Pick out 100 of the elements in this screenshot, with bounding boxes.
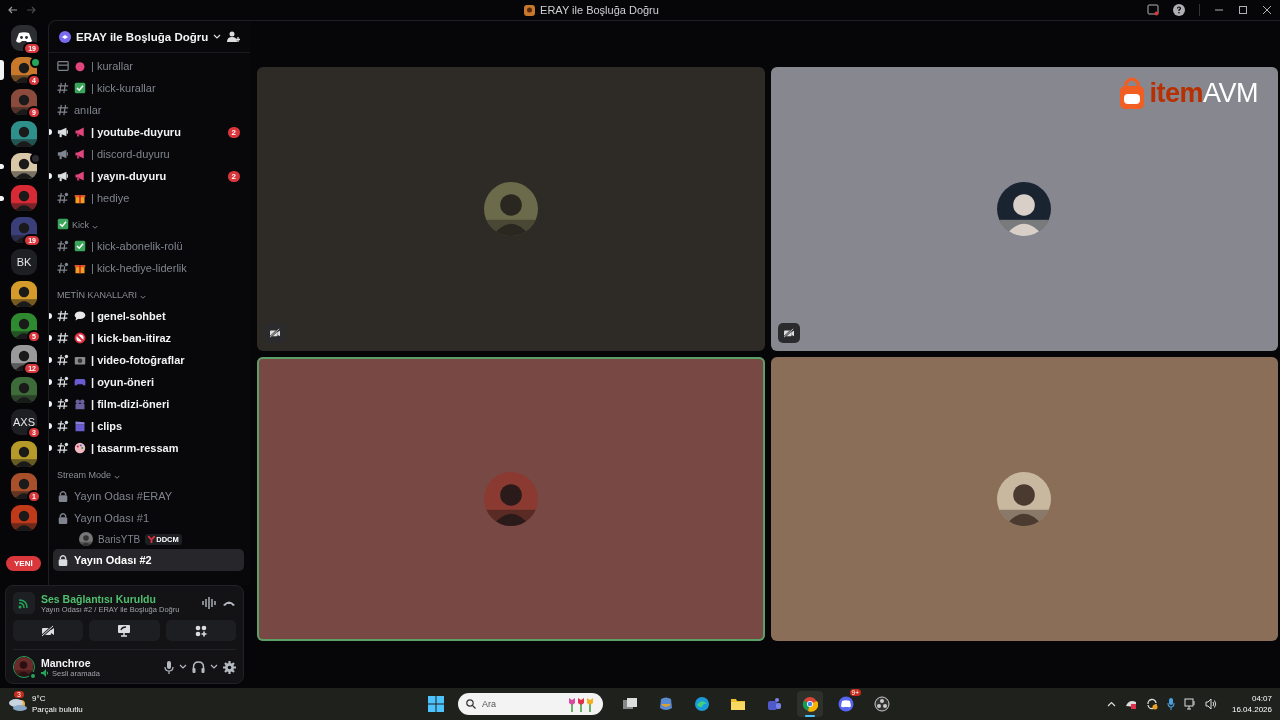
- close-icon[interactable]: [1262, 5, 1272, 15]
- task-view-icon[interactable]: [622, 696, 638, 712]
- copilot-icon[interactable]: [658, 696, 674, 712]
- chevron-down-icon[interactable]: [210, 664, 218, 670]
- thread-hash-icon: [57, 420, 69, 432]
- video-tile[interactable]: [257, 67, 765, 351]
- edge-icon[interactable]: [694, 696, 710, 712]
- headphones-icon[interactable]: [192, 661, 205, 673]
- microphone-icon[interactable]: [1166, 698, 1175, 710]
- activities-button[interactable]: [165, 620, 236, 641]
- server-button[interactable]: BK: [0, 249, 48, 279]
- book-icon: [57, 60, 69, 72]
- display-icon[interactable]: [1183, 698, 1196, 710]
- channel-name[interactable]: | yayın-duyuru: [91, 170, 167, 182]
- windows-start-icon[interactable]: [428, 696, 444, 712]
- channel-name[interactable]: | kick-hediye-liderlik: [91, 262, 187, 274]
- channel-name[interactable]: | kick-ban-itiraz: [91, 332, 172, 344]
- chevron-down-icon[interactable]: [179, 664, 187, 670]
- connection-status: Ses Bağlantısı Kuruldu: [41, 592, 157, 605]
- chevron-up-icon[interactable]: [1106, 701, 1116, 707]
- category-label[interactable]: Stream Mode: [57, 470, 112, 480]
- channel-name[interactable]: | video-fotoğraflar: [91, 354, 185, 366]
- ball-icon: [74, 60, 86, 72]
- clapper-icon: [74, 420, 86, 432]
- chrome-icon[interactable]: [802, 696, 818, 712]
- user-name[interactable]: Manchroe: [41, 656, 158, 669]
- new-badge[interactable]: YENİ: [6, 556, 41, 571]
- user-avatar[interactable]: [13, 656, 35, 678]
- clock-date[interactable]: 16.04.2026: [1231, 704, 1272, 715]
- maximize-icon[interactable]: [1238, 5, 1248, 15]
- clock-time[interactable]: 04:07: [1231, 693, 1272, 704]
- sync-icon[interactable]: [1145, 698, 1158, 710]
- channel-name[interactable]: | hediye: [91, 192, 130, 204]
- gift-icon: [74, 192, 86, 204]
- thread-hash-icon: [57, 376, 69, 388]
- megaphone-icon: [74, 148, 86, 160]
- hash-icon: [57, 82, 69, 94]
- inbox-icon[interactable]: [1147, 4, 1159, 16]
- megaphone-icon: [74, 170, 86, 182]
- search-bar[interactable]: Ara: [458, 693, 603, 715]
- channel-name[interactable]: Yayın Odası #2: [74, 554, 152, 566]
- volume-icon[interactable]: [1204, 698, 1217, 710]
- server-name[interactable]: ERAY ile Boşluğa Doğru: [76, 30, 209, 43]
- channel-name[interactable]: | youtube-duyuru: [91, 126, 181, 138]
- prohibited-icon: [74, 332, 86, 344]
- gamepad-icon: [74, 376, 86, 388]
- activities-icon: [194, 624, 207, 637]
- announcement-icon: [57, 148, 69, 160]
- announcement-icon: [57, 126, 69, 138]
- sound-wave-icon[interactable]: [202, 597, 216, 609]
- channel-name[interactable]: | discord-duyuru: [91, 148, 170, 160]
- channel-name[interactable]: | kick-kurallar: [91, 82, 156, 94]
- hang-up-icon[interactable]: [222, 599, 236, 607]
- search-icon: [466, 699, 476, 709]
- lock-icon: [57, 512, 69, 524]
- voice-user-name[interactable]: BarisYTB: [98, 533, 141, 545]
- video-tile[interactable]: [257, 357, 765, 641]
- film-camera-icon: [74, 398, 86, 410]
- add-member-icon[interactable]: [227, 30, 240, 43]
- online-status-dot: [29, 672, 37, 680]
- channel-name[interactable]: | kick-abonelik-rolü: [91, 240, 183, 252]
- weather-description: Parçalı bulutlu: [32, 704, 83, 715]
- lock-icon: [57, 554, 69, 566]
- folder-icon[interactable]: [730, 696, 746, 712]
- channel-name[interactable]: | clips: [91, 420, 123, 432]
- channel-name[interactable]: | film-dizi-öneri: [91, 398, 170, 410]
- server-label[interactable]: BK: [11, 249, 37, 275]
- settings-icon[interactable]: [223, 660, 236, 674]
- teams-icon[interactable]: [766, 696, 782, 712]
- lock-icon: [57, 490, 69, 502]
- channel-name[interactable]: | genel-sohbet: [91, 310, 166, 322]
- thread-hash-icon: [57, 262, 69, 274]
- microphone-icon[interactable]: [164, 660, 174, 674]
- camera-off-icon: [269, 328, 281, 338]
- screen-share-button[interactable]: [89, 620, 160, 641]
- video-tile[interactable]: itemAVM: [770, 67, 1278, 351]
- category-label[interactable]: Kick: [72, 220, 89, 230]
- search-field[interactable]: Ara: [482, 697, 562, 711]
- help-icon[interactable]: [1173, 4, 1185, 16]
- discord-icon[interactable]: [838, 696, 854, 712]
- channel-name[interactable]: | kurallar: [91, 60, 133, 72]
- channel-name[interactable]: | tasarım-ressam: [91, 442, 179, 454]
- channel-name[interactable]: | oyun-öneri: [91, 376, 154, 388]
- back-arrow-icon[interactable]: [8, 6, 18, 14]
- check-icon: [74, 240, 86, 252]
- camera-button[interactable]: [13, 620, 84, 641]
- controller-icon: [16, 32, 32, 44]
- thread-hash-icon: [57, 192, 69, 204]
- channel-name[interactable]: anılar: [74, 104, 102, 116]
- thread-hash-icon: [57, 240, 69, 252]
- channel-name[interactable]: Yayın Odası #1: [74, 512, 149, 524]
- video-tile[interactable]: [770, 357, 1278, 641]
- logo-text: itemAVM: [1149, 77, 1258, 109]
- selected-channel[interactable]: Yayın Odası #2: [53, 549, 244, 571]
- speech-bubble-icon: [74, 310, 86, 322]
- category-label[interactable]: METİN KANALLARI: [57, 290, 138, 300]
- channel-name[interactable]: Yayın Odası #ERAY: [74, 490, 173, 502]
- tray-app-icon[interactable]: [1124, 698, 1137, 710]
- obs-icon[interactable]: [874, 696, 890, 712]
- check-icon: [74, 82, 86, 94]
